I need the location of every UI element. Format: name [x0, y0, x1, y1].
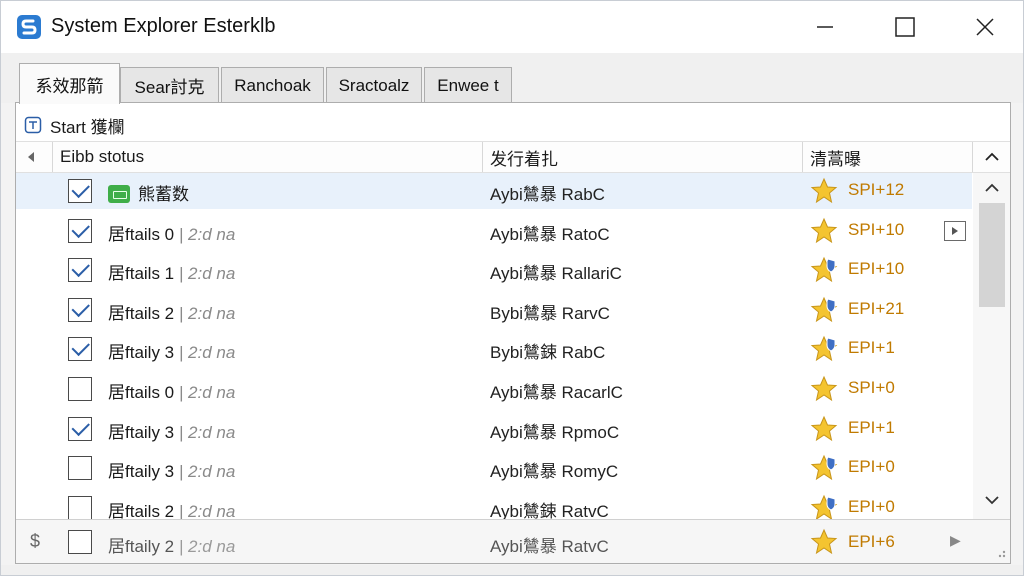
row-checkbox[interactable]	[68, 219, 92, 243]
tag-icon	[24, 116, 42, 134]
caret-left-icon	[28, 152, 34, 162]
row-publisher: Aybi鷥暴 RacarlC	[490, 383, 623, 402]
start-button[interactable]: Start 獲欄	[24, 113, 125, 137]
tab-0[interactable]: 系效那箭	[19, 63, 120, 104]
list-header: Eibb stotus 发行着扎 清蒿曝	[16, 141, 1010, 173]
row-publisher: Aybi鷥暴 RomyC	[490, 462, 619, 481]
window-bottom-edge	[1, 565, 1023, 575]
row-rating: EPI+1	[848, 418, 895, 437]
star-shield-icon	[810, 454, 838, 481]
package-icon	[108, 185, 130, 203]
minimize-button[interactable]	[785, 1, 865, 53]
footer-checkbox[interactable]	[68, 530, 92, 554]
footer-rating: EPI+6	[848, 532, 895, 551]
row-checkbox[interactable]	[68, 337, 92, 361]
row-name: 居ftaily 3 | 2:d na	[108, 462, 236, 481]
table-row[interactable]: 居ftaily 3 | 2:d na Aybi鷥暴 RomyC EPI+0	[16, 450, 972, 486]
expand-button[interactable]	[944, 221, 966, 241]
row-name: 熊蓄数	[108, 180, 189, 205]
column-header-publisher[interactable]: 发行着扎	[490, 142, 558, 172]
header-left-arrow[interactable]	[26, 142, 46, 172]
app-logo-icon	[17, 15, 41, 39]
tab-4[interactable]: Enwee t	[424, 67, 512, 103]
tab-2[interactable]: Ranchoak	[221, 67, 324, 103]
star-shield-icon	[810, 256, 838, 283]
table-row[interactable]: 居ftails 0 | 2:d na Aybi鷥暴 RatoC SPI+10	[16, 213, 972, 249]
row-name: 居ftails 0 | 2:d na	[108, 225, 236, 244]
row-rating: EPI+10	[848, 259, 905, 278]
tab-3[interactable]: Sractoalz	[326, 67, 422, 103]
star-icon	[810, 528, 838, 555]
row-publisher: Aybi鷥暴 RallariC	[490, 264, 622, 283]
star-shield-icon	[810, 494, 838, 521]
caret-right-icon[interactable]: ▶	[950, 532, 961, 549]
row-checkbox[interactable]	[68, 377, 92, 401]
star-icon	[810, 217, 838, 244]
star-icon	[810, 177, 838, 204]
row-checkbox[interactable]	[68, 456, 92, 480]
star-shield-icon	[810, 296, 838, 323]
star-icon	[810, 375, 838, 402]
scroll-thumb[interactable]	[979, 203, 1005, 307]
resize-grip-icon[interactable]	[993, 545, 1007, 559]
chevron-down-icon	[984, 496, 999, 505]
row-publisher: Aybi鷥暴 RatoC	[490, 225, 610, 244]
scroll-up-button[interactable]	[973, 175, 1010, 201]
header-collapse-button[interactable]	[973, 142, 1010, 172]
row-rating: EPI+0	[848, 497, 895, 516]
footer-name: 居ftaily 2 | 2:d na	[108, 537, 236, 556]
minimize-icon	[817, 26, 833, 28]
close-button[interactable]	[945, 1, 1024, 53]
row-publisher: Bybi鷥暴 RarvC	[490, 304, 610, 323]
scroll-down-button[interactable]	[973, 487, 1010, 513]
maximize-button[interactable]	[865, 1, 945, 53]
table-row[interactable]: 熊蓄数 Aybi鷥暴 RabC SPI+12	[16, 173, 972, 209]
maximize-icon	[895, 17, 915, 37]
app-window: System Explorer Esterklb 系效那箭 Sear討克 Ran…	[0, 0, 1024, 576]
window-title: System Explorer Esterklb	[51, 15, 276, 37]
table-row[interactable]: 居ftaily 3 | 2:d na Bybi鷥鋉 RabC EPI+1	[16, 331, 972, 367]
vertical-scrollbar[interactable]	[973, 173, 1010, 521]
footer-publisher: Aybi鷥暴 RatvC	[490, 537, 609, 556]
start-label: Start 獲欄	[50, 117, 125, 137]
row-checkbox[interactable]	[68, 496, 92, 520]
row-rating: EPI+21	[848, 299, 905, 318]
row-publisher: Aybi鷥暴 RabC	[490, 185, 605, 204]
table-row[interactable]: 居ftails 0 | 2:d na Aybi鷥暴 RacarlC SPI+0	[16, 371, 972, 407]
table-row[interactable]: 居ftails 1 | 2:d na Aybi鷥暴 RallariC EPI+10	[16, 252, 972, 288]
row-rating: SPI+10	[848, 220, 905, 239]
column-header-rating[interactable]: 清蒿曝	[810, 142, 861, 172]
row-checkbox[interactable]	[68, 179, 92, 203]
row-rating: EPI+1	[848, 338, 895, 357]
caret-right-icon	[952, 227, 958, 235]
row-name: 居ftails 2 | 2:d na	[108, 304, 236, 323]
star-shield-icon	[810, 335, 838, 362]
title-bar: System Explorer Esterklb	[1, 1, 1023, 53]
column-header-status[interactable]: Eibb stotus	[60, 142, 144, 172]
row-checkbox[interactable]	[68, 258, 92, 282]
row-checkbox[interactable]	[68, 417, 92, 441]
row-checkbox[interactable]	[68, 298, 92, 322]
chevron-up-icon	[984, 183, 999, 192]
chevron-up-icon	[984, 152, 999, 161]
row-rating: SPI+12	[848, 180, 905, 199]
footer-symbol: $	[30, 531, 41, 551]
tab-1[interactable]: Sear討克	[120, 67, 219, 103]
row-name: 居ftails 1 | 2:d na	[108, 264, 236, 283]
tab-strip: 系效那箭 Sear討克 Ranchoak Sractoalz Enwee t	[1, 53, 1023, 104]
row-publisher: Aybi鷥暴 RpmoC	[490, 423, 620, 442]
table-row[interactable]: 居ftails 2 | 2:d na Bybi鷥暴 RarvC EPI+21	[16, 292, 972, 328]
row-name: 居ftaily 3 | 2:d na	[108, 343, 236, 362]
star-icon	[810, 415, 838, 442]
content-panel: Start 獲欄 Eibb stotus 发行着扎 清蒿曝 熊蓄数 Aybi鷥暴 …	[15, 102, 1011, 564]
table-row[interactable]: 居ftaily 3 | 2:d na Aybi鷥暴 RpmoC EPI+1	[16, 411, 972, 447]
row-rating: SPI+0	[848, 378, 895, 397]
close-icon	[976, 18, 994, 36]
footer-row[interactable]: $ 居ftaily 2 | 2:d na Aybi鷥暴 RatvC EPI+6 …	[16, 519, 1010, 563]
row-rating: EPI+0	[848, 457, 895, 476]
row-name: 居ftaily 3 | 2:d na	[108, 423, 236, 442]
row-publisher: Bybi鷥鋉 RabC	[490, 343, 606, 362]
row-name: 居ftails 0 | 2:d na	[108, 383, 236, 402]
